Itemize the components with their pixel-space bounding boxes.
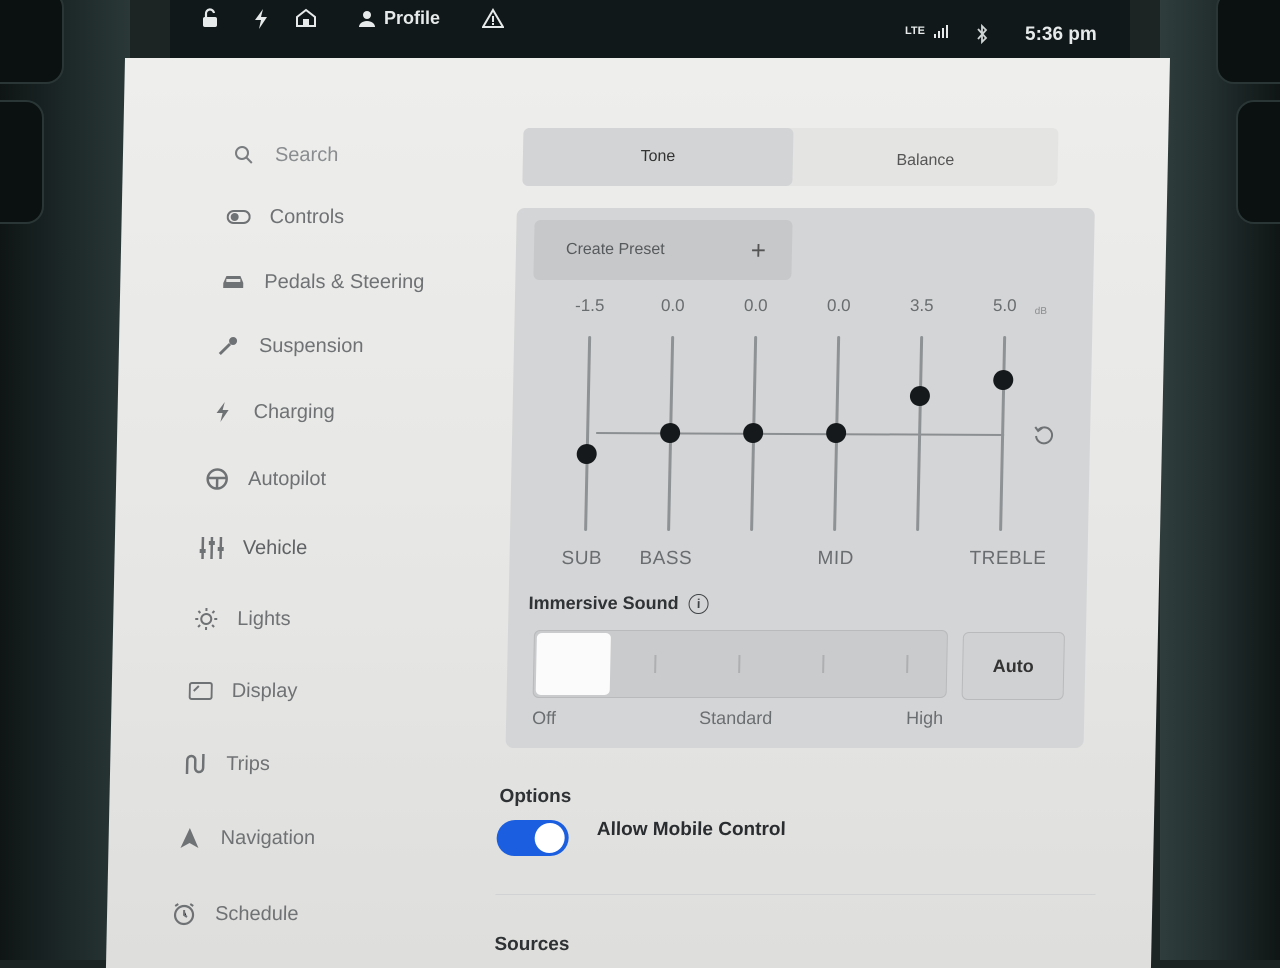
air-vent — [0, 0, 64, 84]
menu-item-pedals-steering[interactable]: Pedals & Steering — [220, 269, 425, 295]
options-heading: Options — [499, 786, 572, 807]
car-bezel-right — [1160, 0, 1280, 960]
sources-heading: Sources — [494, 934, 570, 955]
menu-item-label: Display — [231, 679, 298, 702]
trips-icon — [182, 751, 209, 777]
lte-signal: LTE — [905, 24, 949, 38]
menu-item-schedule[interactable]: Schedule — [171, 901, 299, 927]
slider-tick — [822, 655, 825, 673]
immersive-sound-slider[interactable] — [532, 630, 949, 698]
profile-button[interactable]: Profile — [358, 8, 440, 29]
immersive-label-standard: Standard — [698, 708, 773, 728]
menu-item-display[interactable]: Display — [187, 678, 298, 704]
car-icon — [220, 269, 247, 295]
menu-item-navigation[interactable]: Navigation — [176, 825, 315, 851]
auto-button[interactable]: Auto — [961, 632, 1065, 700]
navigation-arrow-icon — [176, 825, 203, 851]
air-vent — [0, 100, 44, 224]
tab-tone[interactable]: Tone — [522, 128, 794, 186]
tab-balance[interactable]: Balance — [792, 132, 1058, 190]
alarm-clock-icon — [171, 901, 198, 927]
sliders-icon — [198, 535, 225, 561]
menu-item-trips[interactable]: Trips — [182, 751, 270, 777]
menu-item-label: Search — [274, 143, 339, 166]
audio-tabs: Tone Balance — [522, 128, 1059, 186]
immersive-sound-title: Immersive Sound i — [528, 593, 709, 614]
wrench-icon — [215, 333, 242, 359]
band-label-treble: TREBLE — [969, 548, 1047, 569]
band-label-bass: BASS — [639, 548, 693, 569]
reset-icon[interactable] — [1032, 423, 1057, 452]
immersive-label-high: High — [905, 708, 944, 728]
bolt-icon — [209, 399, 236, 425]
menu-item-charging[interactable]: Charging — [209, 399, 335, 425]
menu-item-vehicle[interactable]: Vehicle — [198, 535, 307, 561]
menu-item-label: Vehicle — [242, 536, 308, 559]
air-vent — [1236, 100, 1280, 224]
menu-item-search[interactable]: Search — [231, 142, 339, 168]
divider — [495, 894, 1096, 895]
lte-label: LTE — [905, 25, 925, 37]
toggle-knob — [534, 823, 565, 853]
menu-item-label: Autopilot — [247, 467, 327, 490]
allow-mobile-control-toggle[interactable] — [496, 820, 570, 856]
info-icon[interactable]: i — [688, 593, 709, 614]
person-icon — [359, 10, 375, 27]
menu-item-label: Schedule — [214, 902, 299, 925]
bluetooth-icon[interactable] — [975, 24, 989, 44]
lock-icon[interactable] — [200, 8, 220, 28]
toggle-icon — [225, 204, 252, 230]
menu-item-controls[interactable]: Controls — [225, 204, 344, 230]
equalizer-panel: Create Preset + -1.5 0.0 0.0 0.0 3.5 5.0… — [505, 208, 1095, 748]
menu-item-suspension[interactable]: Suspension — [215, 333, 364, 359]
menu-item-label: Navigation — [220, 826, 316, 849]
light-icon — [193, 606, 220, 632]
menu-item-label: Controls — [269, 205, 345, 228]
menu-item-label: Suspension — [258, 334, 364, 357]
home-icon[interactable] — [295, 8, 317, 28]
band-label-mid: MID — [817, 548, 855, 569]
slider-tick — [906, 655, 909, 673]
clock: 5:36 pm — [1025, 24, 1097, 45]
band-label-sub: SUB — [561, 548, 603, 569]
profile-label: Profile — [384, 8, 441, 28]
menu-item-lights[interactable]: Lights — [193, 606, 291, 632]
signal-bars-icon — [933, 25, 948, 38]
menu-item-autopilot[interactable]: Autopilot — [204, 466, 326, 492]
menu-item-label: Trips — [225, 752, 271, 775]
status-bar: Profile LTE 5:36 pm — [170, 0, 1130, 62]
menu-item-label: Lights — [237, 607, 291, 630]
menu-item-label: Charging — [253, 400, 335, 423]
settings-screen: Search Controls Pedals & Steering Suspen… — [105, 58, 1170, 968]
menu-item-label: Pedals & Steering — [264, 270, 425, 293]
allow-mobile-control-label: Allow Mobile Control — [596, 819, 786, 840]
immersive-label-off: Off — [531, 708, 557, 728]
slider-tick — [738, 655, 741, 673]
display-icon — [187, 678, 214, 704]
bolt-icon[interactable] — [252, 8, 270, 30]
air-vent — [1216, 0, 1280, 84]
warning-icon[interactable] — [482, 8, 504, 28]
immersive-sound-thumb[interactable] — [535, 633, 611, 695]
steering-wheel-icon — [204, 466, 231, 492]
immersive-sound-label: Immersive Sound — [528, 593, 679, 613]
slider-tick — [654, 655, 657, 673]
search-icon — [231, 142, 258, 168]
